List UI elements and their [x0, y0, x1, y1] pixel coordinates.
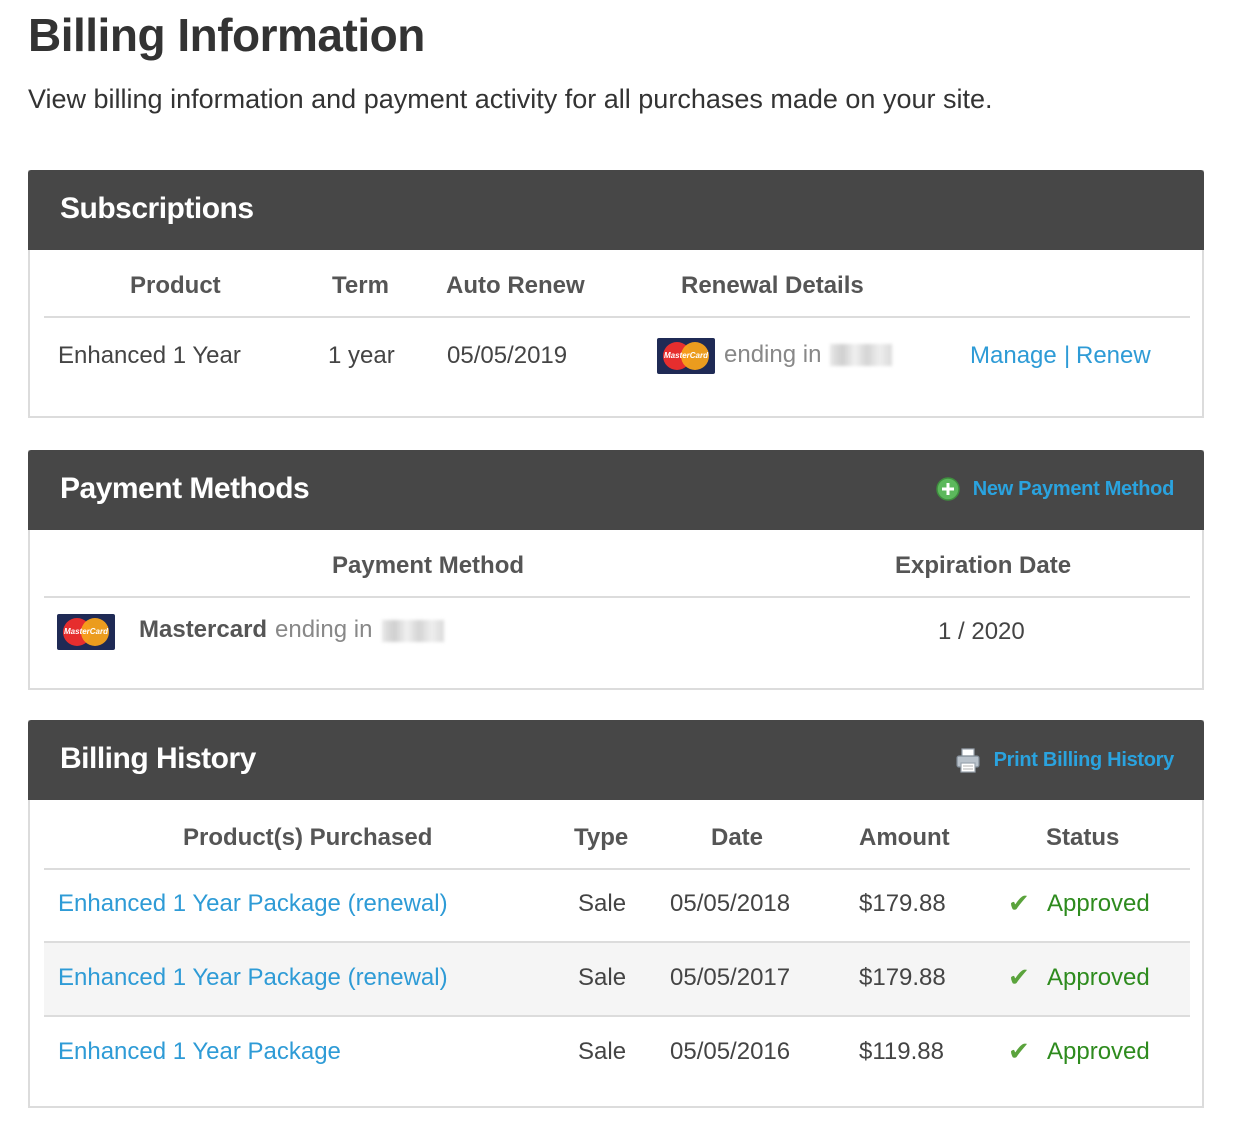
checkmark-icon: ✔ [1008, 1036, 1030, 1066]
manage-link[interactable]: Manage [970, 342, 1057, 370]
subscription-auto-renew: 05/05/2019 [447, 342, 568, 369]
col-header-payment-method: Payment Method [332, 552, 525, 579]
masked-card-number [830, 344, 892, 366]
print-billing-history-label: Print Billing History [993, 748, 1175, 771]
divider [44, 596, 1190, 598]
billing-history-header: Billing History Print Billing History [28, 720, 1204, 800]
purchase-date: 05/05/2018 [670, 890, 791, 917]
checkmark-icon: ✔ [1008, 888, 1030, 918]
purchase-type: Sale [578, 964, 627, 991]
billing-history-title: Billing History [60, 742, 256, 775]
page-title: Billing Information [28, 9, 425, 61]
col-header-renewal-details: Renewal Details [681, 272, 864, 299]
purchase-amount: $179.88 [859, 890, 946, 917]
col-header-amount: Amount [859, 824, 950, 851]
divider [44, 868, 1190, 870]
billing-history-panel: Billing History Print Billing History Pr… [28, 720, 1204, 1108]
card-logo-text: MasterCard [663, 351, 708, 360]
purchase-product-link[interactable]: Enhanced 1 Year Package [58, 1038, 341, 1066]
printer-icon [956, 748, 980, 773]
mastercard-logo: MasterCard [657, 338, 715, 374]
subscription-product: Enhanced 1 Year [58, 342, 241, 369]
subscription-term: 1 year [328, 342, 395, 369]
purchase-date: 05/05/2017 [670, 964, 791, 991]
new-payment-method-button[interactable]: New Payment Method [935, 476, 1174, 502]
subscriptions-panel: Subscriptions Product Term Auto Renew Re… [28, 170, 1204, 418]
new-payment-method-label: New Payment Method [972, 477, 1175, 500]
col-header-product: Product [130, 272, 221, 299]
card-logo-text: MasterCard [63, 627, 108, 636]
mastercard-logo: MasterCard [57, 614, 115, 650]
purchase-type: Sale [578, 1038, 627, 1065]
checkmark-icon: ✔ [1008, 962, 1030, 992]
page-subtitle: View billing information and payment act… [28, 84, 993, 114]
plus-circle-icon [935, 477, 960, 501]
print-billing-history-button[interactable]: Print Billing History [954, 746, 1174, 774]
payment-methods-panel: Payment Methods New Payment Method Payme… [28, 450, 1204, 690]
col-header-term: Term [332, 272, 389, 299]
divider [44, 316, 1190, 318]
purchase-product-link[interactable]: Enhanced 1 Year Package (renewal) [58, 964, 448, 992]
col-header-auto-renew: Auto Renew [446, 272, 585, 299]
masked-card-number [382, 620, 444, 642]
purchase-status: Approved [1047, 964, 1150, 991]
divider [44, 1015, 1190, 1017]
col-header-status: Status [1046, 824, 1120, 851]
purchase-amount: $179.88 [859, 964, 946, 991]
purchase-status: Approved [1047, 890, 1150, 917]
col-header-products-purchased: Product(s) Purchased [183, 824, 433, 851]
payment-methods-title: Payment Methods [60, 472, 310, 505]
purchase-type: Sale [578, 890, 627, 917]
renewal-ending-text: ending in [724, 341, 822, 368]
subscriptions-header: Subscriptions [28, 170, 1204, 250]
purchase-date: 05/05/2016 [670, 1038, 791, 1065]
purchase-status: Approved [1047, 1038, 1150, 1065]
col-header-expiration-date: Expiration Date [895, 552, 1072, 579]
col-header-type: Type [574, 824, 629, 851]
payment-methods-header: Payment Methods New Payment Method [28, 450, 1204, 530]
col-header-date: Date [711, 824, 764, 851]
subscriptions-title: Subscriptions [60, 192, 254, 225]
renew-link[interactable]: Renew [1076, 342, 1151, 370]
card-ending-text: ending in [275, 616, 373, 643]
card-expiration: 1 / 2020 [938, 618, 1025, 645]
link-divider: | [1064, 342, 1071, 369]
purchase-product-link[interactable]: Enhanced 1 Year Package (renewal) [58, 890, 448, 918]
purchase-amount: $119.88 [859, 1038, 944, 1065]
card-name: Mastercard [139, 616, 268, 643]
